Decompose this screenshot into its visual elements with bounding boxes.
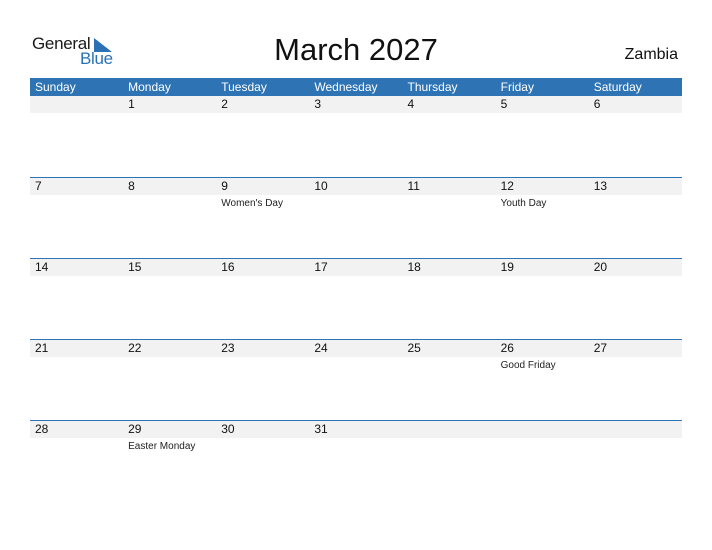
day-cell: 26 Good Friday bbox=[496, 340, 589, 371]
day-number: 25 bbox=[407, 341, 421, 355]
date-strip: 21 22 23 24 25 26 Good Friday 27 bbox=[30, 340, 682, 371]
day-cell: 15 bbox=[123, 259, 216, 276]
day-cell: 16 bbox=[216, 259, 309, 276]
day-number: 10 bbox=[314, 179, 328, 193]
day-cell: 22 bbox=[123, 340, 216, 357]
day-cell: 1 bbox=[123, 96, 216, 113]
week-row: 14 15 16 17 18 19 20 bbox=[30, 258, 682, 339]
week-row: 21 22 23 24 25 26 Good Friday 27 bbox=[30, 339, 682, 420]
weekday-header: Sunday Monday Tuesday Wednesday Thursday… bbox=[30, 78, 682, 96]
weekday-friday: Friday bbox=[500, 80, 534, 94]
day-cell: 27 bbox=[589, 340, 682, 357]
date-strip: 28 29 Easter Monday 30 31 bbox=[30, 421, 682, 452]
day-number: 2 bbox=[221, 97, 228, 111]
day-number: 5 bbox=[500, 97, 508, 111]
day-number: 8 bbox=[128, 179, 135, 193]
day-cell: 17 bbox=[309, 259, 402, 276]
day-cell bbox=[496, 421, 589, 438]
day-cell: 9 Women's Day bbox=[216, 178, 309, 209]
day-cell: 25 bbox=[403, 340, 496, 357]
weekday-thursday: Thursday bbox=[407, 80, 458, 94]
holiday-label: Youth Day bbox=[500, 198, 547, 209]
day-number: 20 bbox=[593, 260, 608, 274]
week-row: 1 2 3 4 5 6 bbox=[30, 96, 682, 177]
day-number: 26 bbox=[500, 341, 514, 355]
holiday-label: Women's Day bbox=[221, 198, 283, 209]
day-number: 14 bbox=[35, 260, 49, 274]
day-cell: 5 bbox=[496, 96, 589, 113]
day-cell: 21 bbox=[30, 340, 123, 357]
day-number: 7 bbox=[35, 179, 42, 193]
day-number: 28 bbox=[35, 422, 49, 436]
day-cell: 30 bbox=[216, 421, 309, 438]
day-cell: 18 bbox=[403, 259, 496, 276]
day-cell: 13 bbox=[589, 178, 682, 195]
day-cell: 10 bbox=[309, 178, 402, 195]
day-cell: 4 bbox=[403, 96, 496, 113]
date-strip: 1 2 3 4 5 6 bbox=[30, 96, 682, 113]
day-number: 29 bbox=[128, 422, 142, 436]
day-number: 31 bbox=[314, 422, 328, 436]
day-number: 3 bbox=[314, 97, 322, 111]
day-cell bbox=[30, 96, 123, 113]
day-cell: 28 bbox=[30, 421, 123, 438]
weekday-saturday: Saturday bbox=[593, 80, 642, 94]
day-cell: 8 bbox=[123, 178, 216, 195]
weekday-sunday: Sunday bbox=[35, 80, 76, 94]
day-number: 19 bbox=[500, 260, 514, 274]
week-row: 7 8 9 Women's Day 10 11 12 Youth Day 13 bbox=[30, 177, 682, 258]
day-cell bbox=[589, 421, 682, 438]
day-cell: 29 Easter Monday bbox=[123, 421, 216, 452]
day-number: 6 bbox=[593, 97, 601, 111]
day-number: 13 bbox=[593, 179, 608, 193]
day-number: 18 bbox=[407, 260, 421, 274]
weekday-tuesday: Tuesday bbox=[221, 80, 267, 94]
day-cell: 19 bbox=[496, 259, 589, 276]
calendar-grid: Sunday Monday Tuesday Wednesday Thursday… bbox=[30, 78, 682, 501]
day-number: 30 bbox=[221, 422, 235, 436]
day-cell: 20 bbox=[589, 259, 682, 276]
page-title: March 2027 bbox=[274, 32, 438, 67]
day-number: 15 bbox=[128, 260, 142, 274]
day-cell: 14 bbox=[30, 259, 123, 276]
day-number: 21 bbox=[35, 341, 49, 355]
day-number: 9 bbox=[221, 179, 228, 193]
date-strip: 7 8 9 Women's Day 10 11 12 Youth Day 13 bbox=[30, 178, 682, 209]
day-cell bbox=[403, 421, 496, 438]
day-number: 24 bbox=[314, 341, 328, 355]
week-row: 28 29 Easter Monday 30 31 bbox=[30, 420, 682, 501]
day-cell: 31 bbox=[309, 421, 402, 438]
country-label: Zambia bbox=[624, 46, 678, 63]
day-number: 4 bbox=[407, 97, 415, 111]
day-number: 1 bbox=[128, 97, 135, 111]
day-cell: 2 bbox=[216, 96, 309, 113]
day-number: 23 bbox=[221, 341, 235, 355]
weekday-wednesday: Wednesday bbox=[314, 80, 378, 94]
day-number: 16 bbox=[221, 260, 235, 274]
date-strip: 14 15 16 17 18 19 20 bbox=[30, 259, 682, 276]
day-number: 17 bbox=[314, 260, 328, 274]
day-cell: 7 bbox=[30, 178, 123, 195]
day-number: 22 bbox=[128, 341, 142, 355]
day-cell: 11 bbox=[403, 178, 496, 195]
day-number: 12 bbox=[500, 179, 514, 193]
day-cell: 12 Youth Day bbox=[496, 178, 589, 209]
day-cell: 3 bbox=[309, 96, 402, 113]
day-number: 27 bbox=[593, 341, 608, 355]
day-cell: 24 bbox=[309, 340, 402, 357]
day-number: 11 bbox=[407, 179, 420, 193]
day-cell: 23 bbox=[216, 340, 309, 357]
holiday-label: Easter Monday bbox=[128, 441, 196, 452]
holiday-label: Good Friday bbox=[500, 360, 556, 371]
day-cell: 6 bbox=[589, 96, 682, 113]
weekday-monday: Monday bbox=[128, 80, 171, 94]
